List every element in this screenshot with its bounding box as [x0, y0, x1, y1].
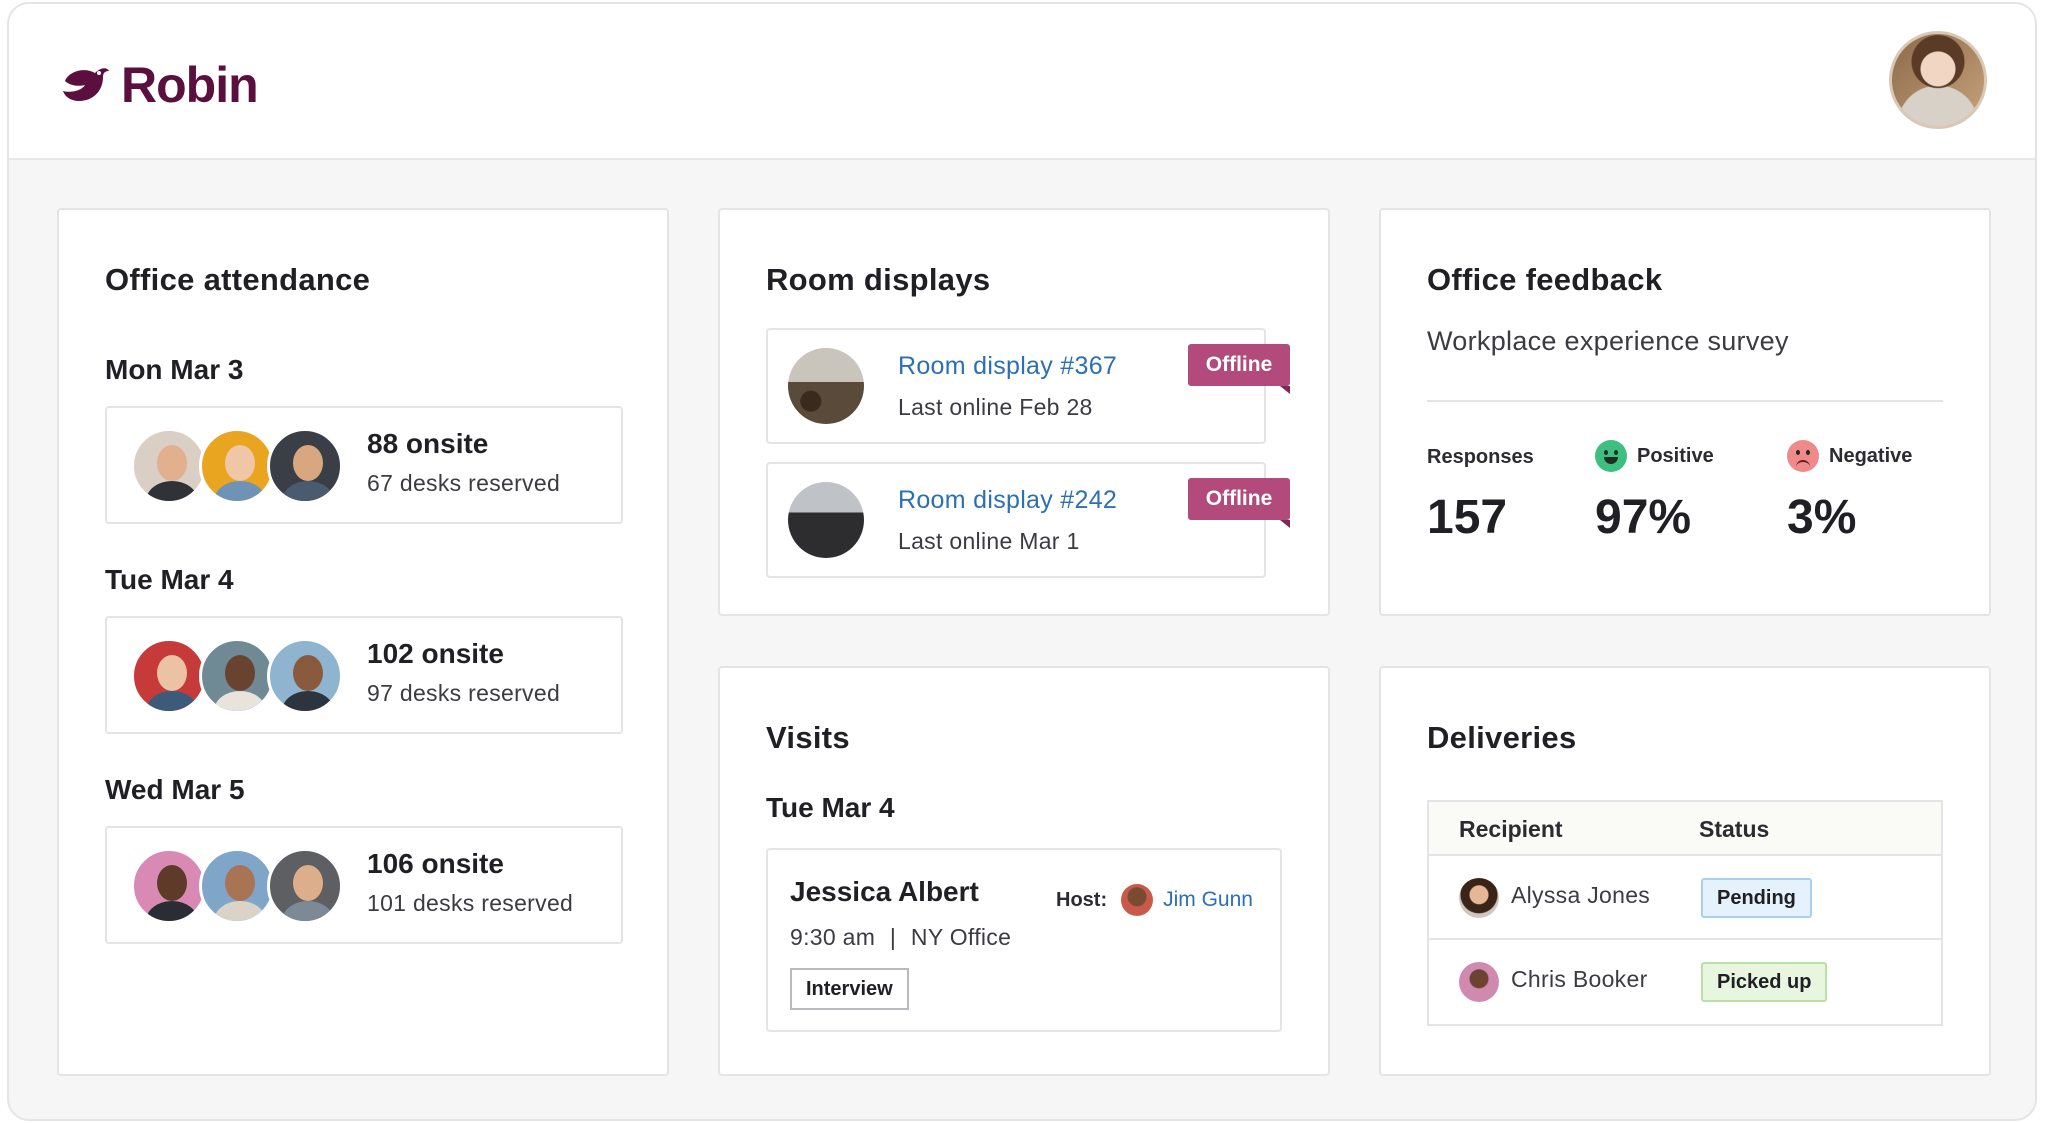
- room-displays-card: Room displays Room display #367 Last onl…: [718, 208, 1330, 616]
- avatar: [131, 848, 207, 924]
- status-badge: Pending: [1701, 878, 1812, 918]
- visit-host: Host: Jim Gunn: [1056, 884, 1253, 916]
- separator: |: [889, 924, 897, 950]
- last-online: Last online Mar 1: [898, 528, 1080, 554]
- deliveries-card: Deliveries Recipient Status Alyssa Jones…: [1379, 666, 1991, 1076]
- avatar: [199, 428, 275, 504]
- card-title: Office feedback: [1427, 262, 1663, 297]
- attendance-summary[interactable]: 88 onsite 67 desks reserved: [105, 406, 623, 524]
- onsite-count: 88 onsite: [367, 428, 489, 459]
- card-title: Visits: [766, 720, 850, 755]
- room-display-link[interactable]: Room display #367: [898, 352, 1117, 381]
- recipient-name: Chris Booker: [1511, 966, 1648, 992]
- card-title: Deliveries: [1427, 720, 1577, 755]
- desks-reserved: 67 desks reserved: [367, 470, 561, 496]
- negative-value: 3%: [1787, 491, 1857, 544]
- card-title: Office attendance: [105, 262, 371, 297]
- avatar: [131, 638, 207, 714]
- office-attendance-card: Office attendance Mon Mar 3 88 onsite 67…: [57, 208, 669, 1076]
- app-window: Robin Office attendance Mon Mar 3 88 ons…: [7, 2, 2037, 1121]
- day-label: Mon Mar 3: [105, 354, 244, 385]
- user-avatar[interactable]: [1889, 31, 1987, 129]
- attendee-avatars: [131, 428, 343, 504]
- deliveries-table: Recipient Status Alyssa Jones Pending Ch…: [1427, 800, 1943, 1026]
- host-avatar: [1121, 884, 1154, 916]
- happy-face-icon: [1595, 440, 1627, 472]
- attendance-summary[interactable]: 102 onsite 97 desks reserved: [105, 616, 623, 734]
- avatar: [267, 428, 343, 504]
- avatar: [199, 638, 275, 714]
- table-row[interactable]: Chris Booker Picked up: [1429, 940, 1941, 1024]
- responses-value: 157: [1427, 491, 1508, 544]
- desks-reserved: 101 desks reserved: [367, 890, 574, 916]
- avatar: [267, 638, 343, 714]
- visits-card: Visits Tue Mar 4 Jessica Albert Host: Ji…: [718, 666, 1330, 1076]
- avatar: [199, 848, 275, 924]
- card-title: Room displays: [766, 262, 991, 297]
- room-display-item[interactable]: Room display #367 Last online Feb 28 Off…: [766, 328, 1290, 444]
- onsite-count: 102 onsite: [367, 638, 504, 669]
- robin-logo[interactable]: Robin: [59, 56, 259, 114]
- visit-day: Tue Mar 4: [766, 792, 895, 823]
- attendee-avatars: [131, 638, 343, 714]
- room-display-link[interactable]: Room display #242: [898, 486, 1117, 515]
- avatar: [1459, 878, 1499, 918]
- app-name: Robin: [121, 57, 259, 113]
- avatar: [131, 428, 207, 504]
- attendance-summary[interactable]: 106 onsite 101 desks reserved: [105, 826, 623, 944]
- table-row[interactable]: Alyssa Jones Pending: [1429, 856, 1941, 940]
- sad-face-icon: [1787, 440, 1819, 472]
- room-display-item[interactable]: Room display #242 Last online Mar 1 Offl…: [766, 462, 1290, 578]
- visit-type-tag: Interview: [790, 968, 909, 1010]
- table-header: Recipient Status: [1429, 802, 1941, 856]
- positive-value: 97%: [1595, 491, 1692, 544]
- room-thumbnail: [788, 482, 864, 558]
- responses-label: Responses: [1427, 446, 1534, 469]
- positive-label-text: Positive: [1637, 444, 1714, 467]
- avatar: [1459, 962, 1499, 1002]
- positive-label: Positive: [1595, 440, 1714, 472]
- host-link[interactable]: Jim Gunn: [1163, 888, 1253, 912]
- onsite-count: 106 onsite: [367, 848, 504, 879]
- recipient-name: Alyssa Jones: [1511, 882, 1651, 908]
- column-header-recipient: Recipient: [1459, 816, 1563, 842]
- survey-name: Workplace experience survey: [1427, 326, 1789, 356]
- divider: [1427, 400, 1943, 402]
- attendee-avatars: [131, 848, 343, 924]
- responses-label-text: Responses: [1427, 446, 1534, 468]
- column-header-status: Status: [1699, 816, 1770, 842]
- day-label: Tue Mar 4: [105, 564, 234, 595]
- host-label: Host:: [1056, 888, 1108, 911]
- status-badge: Offline: [1188, 344, 1290, 394]
- last-online: Last online Feb 28: [898, 394, 1093, 420]
- visit-details: 9:30 am | NY Office: [790, 924, 1011, 951]
- visit-location: NY Office: [910, 924, 1012, 950]
- desks-reserved: 97 desks reserved: [367, 680, 561, 706]
- negative-label: Negative: [1787, 440, 1912, 472]
- day-label: Wed Mar 5: [105, 774, 245, 805]
- avatar: [267, 848, 343, 924]
- top-bar: Robin: [9, 4, 2035, 160]
- office-feedback-card: Office feedback Workplace experience sur…: [1379, 208, 1991, 616]
- room-thumbnail: [788, 348, 864, 424]
- robin-bird-icon: [63, 68, 109, 101]
- visit-time: 9:30 am: [790, 924, 876, 950]
- status-badge: Picked up: [1701, 962, 1828, 1002]
- visitor-name: Jessica Albert: [790, 876, 979, 907]
- status-badge: Offline: [1188, 478, 1290, 528]
- visit-item[interactable]: Jessica Albert Host: Jim Gunn 9:30 am | …: [766, 848, 1282, 1032]
- negative-label-text: Negative: [1829, 444, 1913, 467]
